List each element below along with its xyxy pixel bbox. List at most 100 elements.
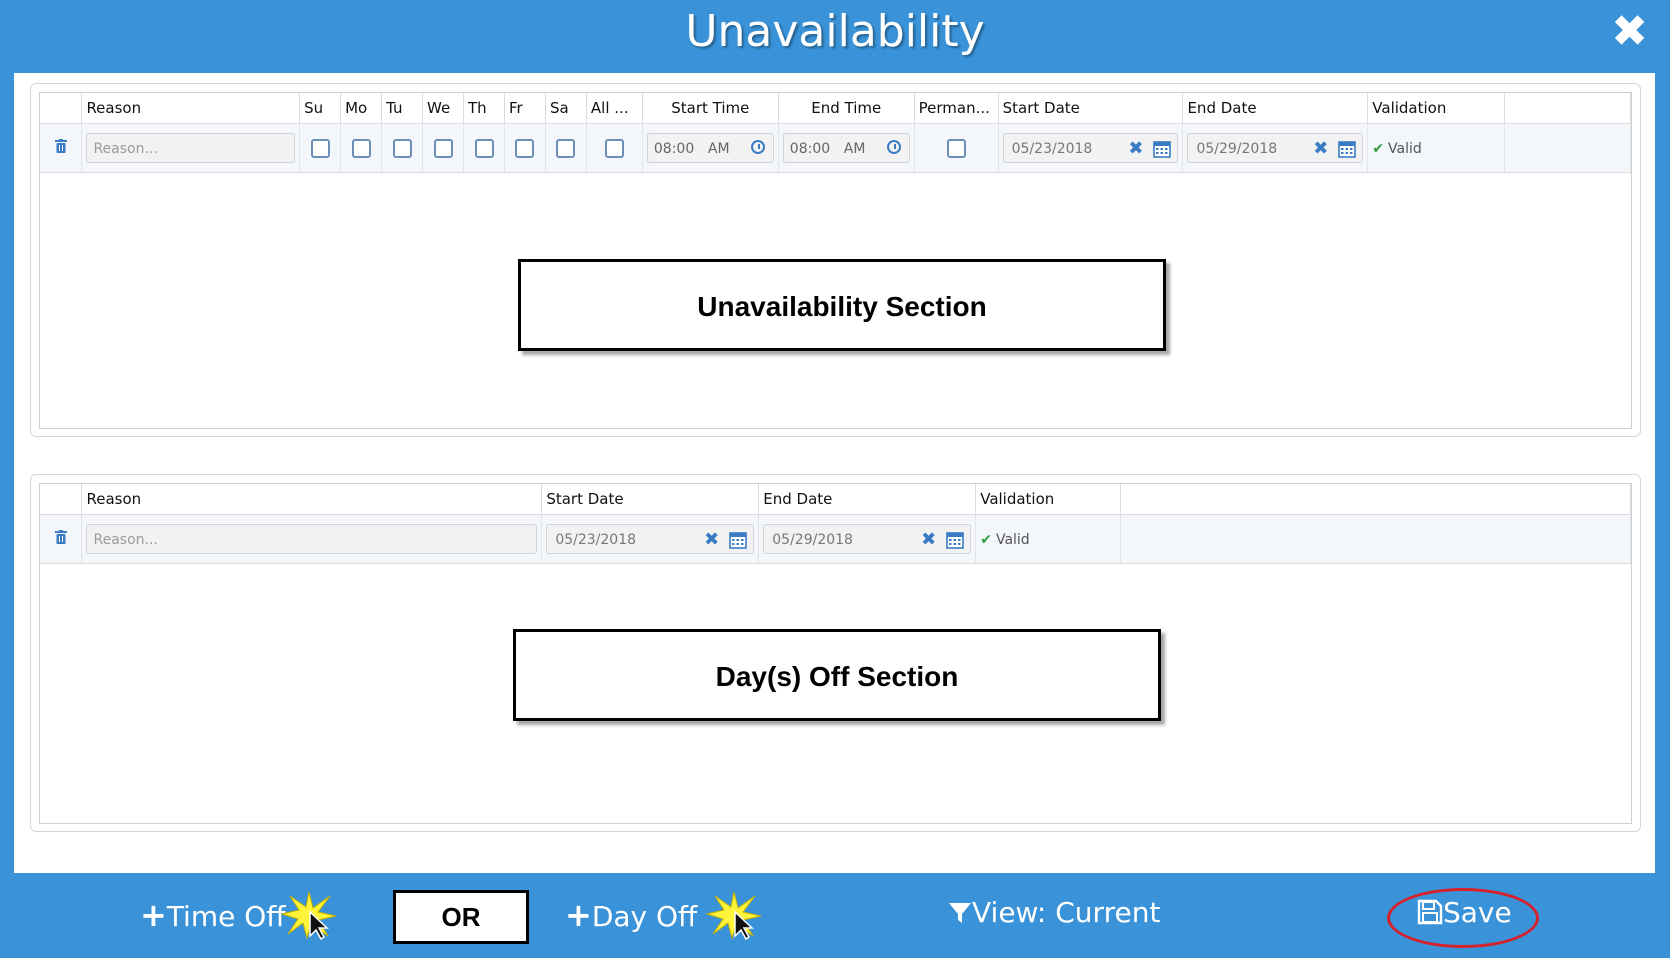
- clear-icon[interactable]: ✖: [921, 525, 936, 555]
- col-th[interactable]: Th: [463, 93, 505, 124]
- plus-icon: +: [140, 896, 167, 934]
- start-date-cell: 05/23/2018 ✖: [998, 123, 1184, 173]
- reason-cell: Reason...: [81, 123, 301, 173]
- view-filter-button[interactable]: View: Current: [948, 896, 1160, 929]
- col-tu[interactable]: Tu: [381, 93, 424, 124]
- delete-cell: [40, 123, 83, 173]
- tu-checkbox[interactable]: [392, 138, 412, 158]
- col-mo[interactable]: Mo: [340, 93, 383, 124]
- end-date-input[interactable]: 05/29/2018 ✖: [763, 524, 972, 555]
- col-start-date[interactable]: Start Date: [541, 484, 760, 515]
- col-reason[interactable]: Reason: [81, 93, 301, 124]
- clear-icon[interactable]: ✖: [704, 525, 719, 555]
- col-su[interactable]: Su: [299, 93, 342, 124]
- calendar-icon[interactable]: [946, 531, 965, 549]
- su-checkbox[interactable]: [310, 138, 330, 158]
- all-cell: [586, 123, 643, 173]
- calendar-icon[interactable]: [729, 531, 748, 549]
- check-icon: ✔: [980, 532, 992, 548]
- tu-cell: [381, 123, 424, 173]
- click-burst-icon: [705, 891, 762, 940]
- th-cell: [463, 123, 505, 173]
- we-checkbox[interactable]: [433, 138, 453, 158]
- clear-icon[interactable]: ✖: [1313, 134, 1328, 164]
- header-row: Reason Su Mo Tu We Th Fr Sa All ... Star…: [40, 93, 1631, 124]
- col-end-date[interactable]: End Date: [1182, 93, 1369, 124]
- unavailability-section-label: Unavailability Section: [518, 259, 1166, 351]
- add-day-off-button[interactable]: +Day Off: [565, 896, 697, 934]
- plus-icon: +: [565, 896, 592, 934]
- title-bar: Unavailability ✖: [0, 0, 1670, 72]
- validation-status: ✔ Valid: [1372, 141, 1421, 157]
- permanent-cell: [914, 123, 999, 173]
- su-cell: [299, 123, 342, 173]
- days-off-table: Reason Start Date End Date Validation Re…: [40, 484, 1631, 564]
- end-date-input[interactable]: 05/29/2018 ✖: [1187, 133, 1364, 164]
- footer-toolbar: +Time Off OR +Day Off View: Current Save: [0, 874, 1670, 958]
- start-date-input[interactable]: 05/23/2018 ✖: [546, 524, 755, 555]
- table-row: Reason... 05/23/2018 ✖ 05/29/2018 ✖ ✔ Va…: [40, 514, 1631, 564]
- col-delete: [40, 93, 83, 124]
- col-validation[interactable]: Validation: [975, 484, 1122, 515]
- or-label: OR: [393, 890, 529, 944]
- trash-icon[interactable]: [54, 139, 67, 153]
- reason-input[interactable]: Reason...: [86, 524, 538, 554]
- start-date-input[interactable]: 05/23/2018 ✖: [1002, 133, 1179, 164]
- end-date-cell: 05/29/2018 ✖: [758, 514, 977, 564]
- col-permanent[interactable]: Perman...: [914, 93, 999, 124]
- start-time-input[interactable]: 08:00 AM: [646, 133, 774, 163]
- start-time-value: 08:00: [653, 141, 695, 157]
- end-time-input[interactable]: 08:00 AM: [782, 133, 910, 163]
- we-cell: [422, 123, 465, 173]
- time-off-label: Time Off: [166, 900, 286, 933]
- sa-checkbox[interactable]: [556, 138, 576, 158]
- end-date-value: 05/29/2018: [772, 532, 853, 548]
- validation-cell: ✔ Valid: [1367, 123, 1506, 173]
- unavailability-table: Reason Su Mo Tu We Th Fr Sa All ... Star…: [40, 93, 1631, 173]
- start-date-value: 05/23/2018: [555, 532, 637, 548]
- trash-icon[interactable]: [54, 530, 67, 544]
- col-we[interactable]: We: [422, 93, 465, 124]
- col-validation[interactable]: Validation: [1367, 93, 1506, 124]
- permanent-checkbox[interactable]: [946, 138, 966, 158]
- fr-checkbox[interactable]: [515, 138, 535, 158]
- calendar-icon[interactable]: [1153, 140, 1172, 158]
- col-fr[interactable]: Fr: [504, 93, 546, 124]
- start-date-value: 05/23/2018: [1011, 141, 1093, 157]
- click-burst-icon: [280, 891, 337, 940]
- end-date-cell: 05/29/2018 ✖: [1182, 123, 1369, 173]
- col-end-time[interactable]: End Time: [778, 93, 915, 124]
- col-start-time[interactable]: Start Time: [642, 93, 779, 124]
- add-time-off-button[interactable]: +Time Off: [140, 896, 286, 934]
- col-reason[interactable]: Reason: [81, 484, 543, 515]
- clock-icon[interactable]: [750, 140, 765, 154]
- col-start-date[interactable]: Start Date: [998, 93, 1184, 124]
- clear-icon[interactable]: ✖: [1128, 134, 1143, 164]
- end-time-ampm: AM: [843, 141, 866, 157]
- view-label: View: Current: [972, 896, 1161, 929]
- reason-input[interactable]: Reason...: [86, 133, 296, 163]
- header-row: Reason Start Date End Date Validation: [40, 484, 1631, 515]
- col-end-date[interactable]: End Date: [758, 484, 977, 515]
- validation-text: Valid: [1388, 141, 1422, 157]
- clock-icon[interactable]: [886, 140, 901, 154]
- fr-cell: [504, 123, 546, 173]
- close-icon[interactable]: ✖: [1611, 10, 1648, 54]
- validation-text: Valid: [995, 532, 1030, 548]
- mo-cell: [340, 123, 383, 173]
- col-sa[interactable]: Sa: [545, 93, 587, 124]
- mo-checkbox[interactable]: [351, 138, 371, 158]
- filler-cell: [1504, 123, 1631, 173]
- content-area: Reason Su Mo Tu We Th Fr Sa All ... Star…: [14, 73, 1655, 873]
- start-date-cell: 05/23/2018 ✖: [541, 514, 760, 564]
- col-all[interactable]: All ...: [586, 93, 643, 124]
- th-checkbox[interactable]: [474, 138, 494, 158]
- end-time-cell: 08:00 AM: [778, 123, 915, 173]
- sa-cell: [545, 123, 587, 173]
- all-days-checkbox[interactable]: [604, 138, 624, 158]
- validation-status: ✔ Valid: [980, 532, 1029, 548]
- window-title: Unavailability: [685, 6, 985, 57]
- calendar-icon[interactable]: [1338, 140, 1357, 158]
- delete-cell: [40, 514, 83, 564]
- validation-cell: ✔ Valid: [975, 514, 1122, 564]
